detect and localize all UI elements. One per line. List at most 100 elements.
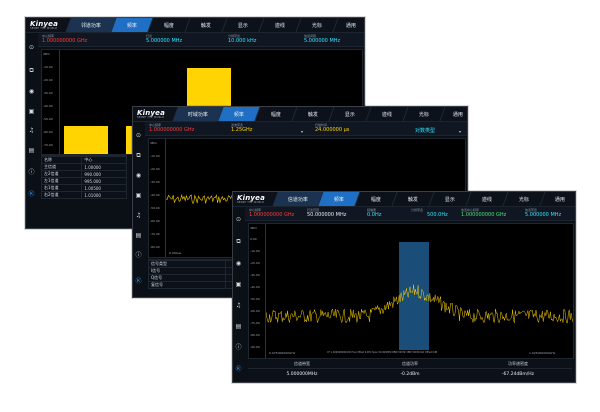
tab-trigger[interactable]: 触发 [184, 18, 227, 32]
table-row: 左2信道 990.000 [40, 170, 127, 178]
tab-general[interactable]: 通用 [439, 107, 467, 121]
x-end-label: 1.025000000GHz [529, 351, 556, 355]
toggle-icon[interactable]: ◉ [28, 88, 35, 95]
param-frequency-offset[interactable]: 频偏量 0.0Hz [365, 207, 405, 220]
toggle-icon[interactable]: ◉ [135, 172, 142, 179]
y-label: -70.00 [150, 232, 160, 236]
chevron-down-icon[interactable]: ▾ [459, 129, 461, 134]
toggle-icon[interactable]: ◉ [235, 260, 242, 267]
param-span[interactable]: 扫宽范围 50.000000 MHz [305, 207, 361, 220]
y-label: -40.00 [150, 193, 160, 197]
music-icon[interactable]: ♫ [235, 302, 242, 309]
y-label: dBm [250, 226, 257, 230]
brand-logo: Kinyea SENSE THE WORLD [237, 194, 266, 204]
param-filter-bandwidth[interactable]: 滤波带宽 1.25GHz ▾ [229, 122, 309, 135]
app-logo-icon: Ⓚ [235, 366, 242, 373]
copy-icon[interactable]: ⧉ [135, 152, 142, 159]
param-rbw[interactable]: 分辨带宽 10.000 kHz [226, 33, 286, 46]
param-channel-spacing[interactable]: 信道间隔 5.000000 MHz [302, 33, 362, 46]
tab-trace[interactable]: 迹线 [365, 107, 408, 121]
param-span[interactable]: 扫宽 5.000000 MHz [144, 33, 204, 46]
y-label: -60.00 [250, 309, 260, 313]
copy-icon[interactable]: ⧉ [28, 67, 35, 74]
info-icon[interactable]: ⓘ [135, 252, 142, 259]
tab-display[interactable]: 显示 [221, 18, 264, 32]
tab-frequency[interactable]: 频率 [317, 192, 360, 206]
y-label: -80.00 [250, 333, 260, 337]
tab-trigger[interactable]: 触发 [291, 107, 334, 121]
param-sweep-time[interactable]: 扫描时间 24.000000 μs [313, 122, 383, 135]
y-label: 0.00 [250, 237, 257, 241]
param-center-frequency[interactable]: 中心频率 1.000000000 GHz [147, 122, 217, 135]
param-center-frequency[interactable]: 中心频率 1.000000000 GHz [40, 33, 100, 46]
tab-trace[interactable]: 迹线 [258, 18, 301, 32]
result-label: 信道功率 [402, 361, 418, 366]
parameter-bar: 中心频率 1.000000000 GHz 滤波带宽 1.25GHz ▾ 扫描时间 24.… [133, 122, 467, 136]
app-logo-icon: Ⓚ [28, 191, 35, 198]
tab-general[interactable]: 通用 [332, 18, 364, 32]
table-header: 名称 中心 [40, 156, 127, 164]
tab-amplitude[interactable]: 幅度 [147, 18, 190, 32]
x-start-label: 0.975000000GHz [269, 351, 296, 355]
y-label: -90.00 [250, 345, 260, 349]
table-row: I信号 [148, 267, 245, 275]
param-channel-bandwidth[interactable]: 信道带宽 5.000000 MHz [523, 207, 573, 220]
copy-icon[interactable]: ⧉ [235, 238, 242, 245]
result-label: 信道带宽 [294, 361, 310, 366]
parameter-bar: 中心频率 1.000000000 GHz 扫宽 5.000000 MHz 分辨带宽 1… [26, 33, 364, 47]
y-label: -50.00 [43, 117, 53, 121]
table-row: 右1信道 1.00500 [40, 184, 127, 192]
channel-power-window: Kinyea SENSE THE WORLD 信道功率 频率 幅度 触发 显示 迹… [232, 191, 576, 383]
info-icon[interactable]: ⓘ [235, 344, 242, 351]
param-channel-center[interactable]: 信道中心频率 1.000000000 GHz [459, 207, 519, 220]
music-icon[interactable]: ♫ [135, 212, 142, 219]
home-icon[interactable]: ⊙ [28, 44, 35, 51]
screen-icon[interactable]: ▤ [235, 323, 242, 330]
tab-frequency[interactable]: 频率 [217, 107, 260, 121]
brand-logo: Kinyea SENSE THE WORLD [30, 20, 59, 30]
y-label: -20.00 [250, 261, 260, 265]
save-icon[interactable]: ▣ [28, 108, 35, 115]
screen-icon[interactable]: ▤ [135, 232, 142, 239]
chevron-down-icon[interactable]: ▾ [301, 129, 303, 134]
channel-power-value: -0.2dBm [400, 372, 420, 377]
tab-marker[interactable]: 光标 [502, 192, 545, 206]
side-toolbar: ⊙ ⧉ ◉ ▣ ♫ ▤ ⓘ Ⓚ [133, 122, 145, 297]
tab-frequency[interactable]: 频率 [110, 18, 153, 32]
param-rbw[interactable]: 分辨带宽 500.0Hz [409, 207, 449, 220]
x-start-label: 0.000μs [169, 251, 182, 255]
tab-trace[interactable]: 迹线 [465, 192, 508, 206]
home-icon[interactable]: ⊙ [135, 132, 142, 139]
channel-table: 名称 中心 主信道 1.00000 左2信道 990.000 左1信道 995.000 … [40, 155, 127, 199]
save-icon[interactable]: ▣ [135, 192, 142, 199]
tab-time-domain-power[interactable]: 时域功率 [172, 107, 223, 121]
tab-display[interactable]: 显示 [428, 192, 471, 206]
tab-marker[interactable]: 光标 [402, 107, 445, 121]
y-label: -70.00 [250, 321, 260, 325]
save-icon[interactable]: ▣ [235, 281, 242, 288]
screen-icon[interactable]: ▤ [28, 147, 35, 154]
tab-amplitude[interactable]: 幅度 [254, 107, 297, 121]
table-row: 复信号 [148, 281, 245, 289]
music-icon[interactable]: ♫ [28, 127, 35, 134]
home-icon[interactable]: ⊙ [235, 216, 242, 223]
y-label: -60.00 [150, 219, 160, 223]
info-icon[interactable]: ⓘ [28, 169, 35, 176]
app-logo-icon: Ⓚ [135, 278, 142, 285]
y-label: -80.00 [150, 245, 160, 249]
y-label: -50.00 [150, 206, 160, 210]
tab-marker[interactable]: 光标 [295, 18, 338, 32]
param-center-frequency[interactable]: 中心频率 1.000000000 GHz [247, 207, 303, 220]
parameter-bar: 中心频率 1.000000000 GHz 扫宽范围 50.000000 MHz 频偏… [233, 207, 575, 221]
y-label: -10.00 [150, 154, 160, 158]
table-row: 左1信道 995.000 [40, 177, 127, 185]
tab-trigger[interactable]: 触发 [391, 192, 434, 206]
tab-adjacent-channel-power[interactable]: 邻道功率 [65, 18, 116, 32]
param-detector-type[interactable]: 对数类型 ▾ [389, 122, 465, 135]
signal-table: 信号类型 I信号 Q信号 复信号 [148, 259, 245, 289]
tab-amplitude[interactable]: 幅度 [354, 192, 397, 206]
tab-general[interactable]: 通用 [539, 192, 575, 206]
tab-display[interactable]: 显示 [328, 107, 371, 121]
y-label: dBm [43, 52, 50, 56]
tab-channel-power[interactable]: 信道功率 [272, 192, 323, 206]
